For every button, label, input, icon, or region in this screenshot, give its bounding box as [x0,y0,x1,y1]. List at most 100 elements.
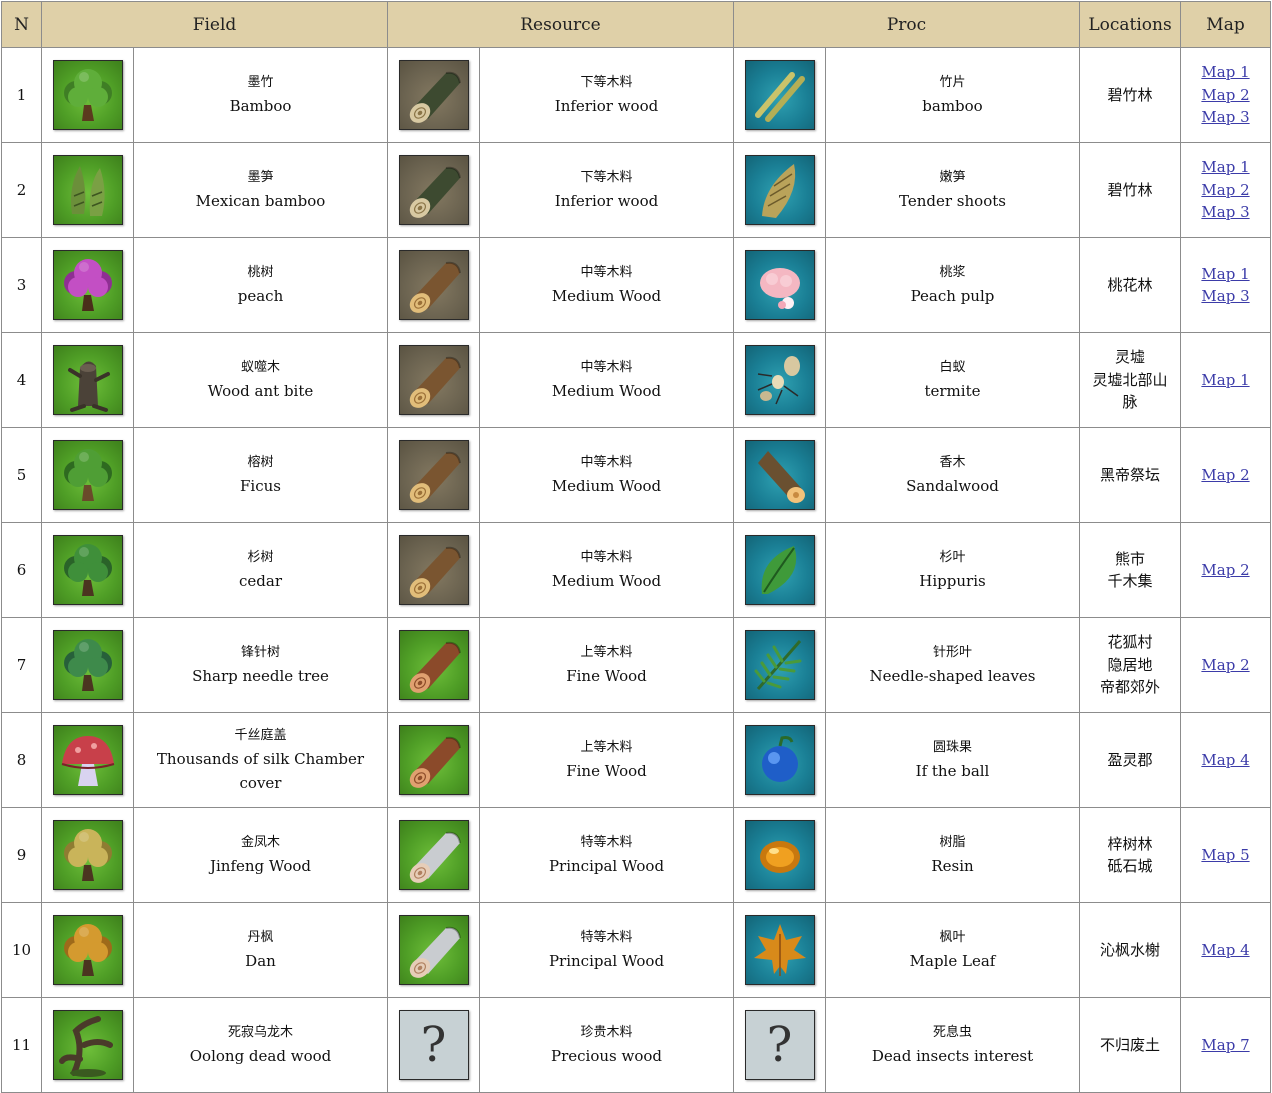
map-links-cell: Map 1 Map 2 Map 3 [1180,142,1271,238]
icon-cell [41,997,134,1093]
map-links-cell: Map 7 [1180,997,1271,1093]
proc-name: 枫叶 Maple Leaf [825,902,1080,998]
map-link[interactable]: Map 3 [1181,201,1270,224]
field-name: 榕树 Ficus [133,427,388,523]
resource-name-en: Principal Wood [548,857,665,875]
map-link[interactable]: Map 2 [1181,464,1270,487]
proc-name: 圆珠果 If the ball [825,712,1080,808]
map-link[interactable]: Map 4 [1181,749,1270,772]
resource-name-en: Fine Wood [566,762,647,780]
field-name-en: Ficus [240,477,281,495]
table-row: 2 墨笋 Mexican bamboo 下等木料 Inferior wood 嫩笋 Tend… [1,142,1271,238]
location-text: 碧竹林 [1107,180,1153,199]
field-name-en: Jinfeng Wood [210,857,311,875]
resource-name-cn: 特等木料 [580,930,633,945]
icon-cell [733,427,826,523]
table-row: 6 杉树 cedar 中等木料 Medium Wood 杉叶 Hippuris 熊市 千木集 Ma… [1,522,1271,618]
map-link[interactable]: Map 1 [1181,156,1270,179]
unknown-glyph: ? [420,1017,447,1073]
log-fine-icon [398,630,469,700]
icon-cell [733,237,826,333]
icon-cell [387,617,480,713]
locations-cell: 熊市 千木集 [1079,522,1181,618]
location-text: 花狐村 [1107,633,1153,652]
map-links-cell: Map 1 Map 2 Map 3 [1180,47,1271,143]
field-name-en: Mexican bamboo [195,192,326,210]
map-links-cell: Map 2 [1180,427,1271,523]
resource-name: 中等木料 Medium Wood [479,522,734,618]
field-name-en: Bamboo [229,97,292,115]
proc-name-en: Needle-shaped leaves [869,667,1036,685]
map-link[interactable]: Map 2 [1181,179,1270,202]
proc-name: 嫩笋 Tender shoots [825,142,1080,238]
proc-name-en: termite [924,382,981,400]
unknown-icon: ? [744,1010,815,1080]
map-links-cell: Map 4 [1180,712,1271,808]
map-link[interactable]: Map 2 [1181,559,1270,582]
leaf-icon [744,535,815,605]
map-links-cell: Map 4 [1180,902,1271,998]
icon-cell [387,807,480,903]
proc-name: 针形叶 Needle-shaped leaves [825,617,1080,713]
map-link[interactable]: Map 7 [1181,1034,1270,1057]
map-link[interactable]: Map 2 [1181,84,1270,107]
resource-name-en: Inferior wood [554,192,659,210]
locations-cell: 桃花林 [1079,237,1181,333]
row-number: 7 [1,617,42,713]
proc-name: 桃浆 Peach pulp [825,237,1080,333]
location-text: 桃花林 [1107,275,1153,294]
map-link[interactable]: Map 3 [1181,285,1270,308]
proc-name-cn: 白蚁 [939,360,966,375]
resource-name-en: Fine Wood [566,667,647,685]
icon-cell [41,332,134,428]
unknown-glyph: ? [766,1017,793,1073]
proc-name-en: Maple Leaf [909,952,996,970]
proc-name: 白蚁 termite [825,332,1080,428]
log-medium-icon [398,345,469,415]
oolong-dead-wood-icon [52,1010,123,1080]
table-row: 4 蚁噬木 Wood ant bite 中等木料 Medium Wood 白蚁 termit… [1,332,1271,428]
resource-name-cn: 中等木料 [580,455,633,470]
map-link[interactable]: Map 4 [1181,939,1270,962]
row-number: 1 [1,47,42,143]
field-name-cn: 杉树 [247,550,274,565]
icon-cell [41,617,134,713]
field-name: 锋针树 Sharp needle tree [133,617,388,713]
resource-name-cn: 特等木料 [580,835,633,850]
locations-cell: 灵墟 灵墟北部山脉 [1079,332,1181,428]
field-name-cn: 死寂乌龙木 [227,1025,293,1040]
resource-name-cn: 下等木料 [580,170,633,185]
field-name-cn: 蚁噬木 [240,360,280,375]
field-name: 金凤木 Jinfeng Wood [133,807,388,903]
map-link[interactable]: Map 1 [1181,263,1270,286]
map-link[interactable]: Map 3 [1181,106,1270,129]
resource-name-en: Principal Wood [548,952,665,970]
table-row: 10 丹枫 Dan 特等木料 Principal Wood 枫叶 Maple Leaf 沁枫水… [1,902,1271,998]
resource-name: 下等木料 Inferior wood [479,47,734,143]
proc-name-en: Peach pulp [910,287,995,305]
resource-name-cn: 中等木料 [580,550,633,565]
map-link[interactable]: Map 1 [1181,61,1270,84]
header-resource: Resource [387,1,734,48]
icon-cell [41,522,134,618]
location-text: 灵墟 [1114,348,1145,367]
row-number: 2 [1,142,42,238]
map-links-cell: Map 5 [1180,807,1271,903]
resource-name-cn: 上等木料 [580,740,633,755]
map-link[interactable]: Map 2 [1181,654,1270,677]
icon-cell [387,142,480,238]
log-medium-icon [398,440,469,510]
field-name: 桃树 peach [133,237,388,333]
resource-name-cn: 珍贵木料 [580,1025,633,1040]
proc-name-en: Tender shoots [899,192,1006,210]
proc-name-cn: 死息虫 [932,1025,972,1040]
icon-cell [41,47,134,143]
resource-name: 上等木料 Fine Wood [479,617,734,713]
field-name-en: cedar [239,572,282,590]
proc-name: 死息虫 Dead insects interest [825,997,1080,1093]
resource-name-cn: 上等木料 [580,645,633,660]
map-link[interactable]: Map 5 [1181,844,1270,867]
map-link[interactable]: Map 1 [1181,369,1270,392]
icon-cell [41,427,134,523]
row-number: 8 [1,712,42,808]
